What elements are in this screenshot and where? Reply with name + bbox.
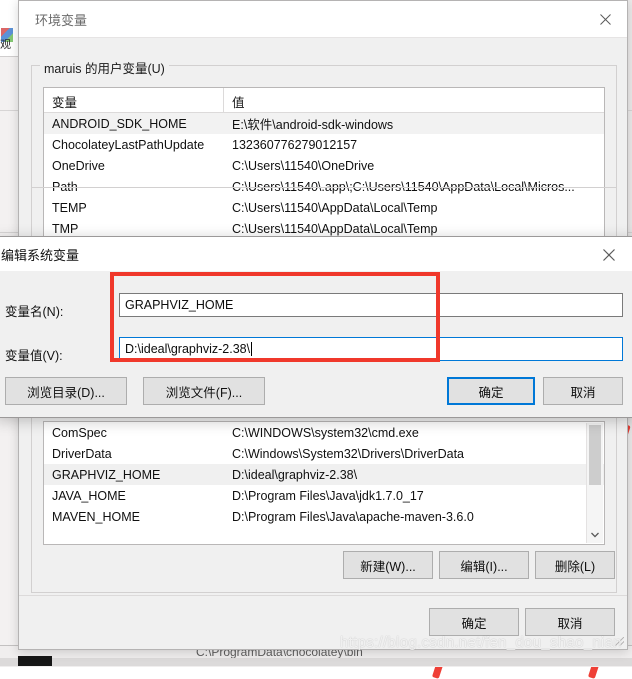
cell-variable: ChocolateyLastPathUpdate: [52, 137, 205, 152]
window-title: 环境变量: [35, 13, 88, 28]
table-row[interactable]: JAVA_HOME D:\Program Files\Java\jdk1.7.0…: [44, 485, 604, 506]
ok-button[interactable]: 确定: [429, 608, 519, 636]
environment-variables-titlebar: 环境变量: [19, 1, 627, 38]
table-row[interactable]: DriverData C:\Windows\System32\Drivers\D…: [44, 443, 604, 464]
vertical-scrollbar[interactable]: [586, 423, 603, 543]
scrollbar-thumb[interactable]: [589, 425, 601, 485]
close-icon[interactable]: [583, 1, 627, 37]
table-row[interactable]: MAVEN_HOME D:\Program Files\Java\apache-…: [44, 506, 604, 527]
cell-value: 132360776279012157: [232, 137, 358, 152]
edit-system-variable-dialog: 编辑系统变量 变量名(N): GRAPHVIZ_HOME 变量值(V): D:\…: [0, 236, 632, 418]
chevron-down-icon[interactable]: [587, 526, 603, 543]
variable-name-label: 变量名(N):: [5, 305, 64, 319]
user-variables-legend: maruis 的用户变量(U): [40, 58, 169, 77]
dialog-title: 编辑系统变量: [1, 248, 80, 263]
resize-grip[interactable]: [615, 637, 624, 646]
taskbar[interactable]: [0, 658, 632, 666]
table-row[interactable]: ComSpec C:\WINDOWS\system32\cmd.exe: [44, 422, 604, 443]
variable-value-label: 变量值(V):: [5, 349, 63, 363]
delete-variable-button[interactable]: 删除(L): [535, 551, 615, 579]
cell-value: D:\ideal\graphviz-2.38\: [232, 467, 358, 482]
new-variable-button[interactable]: 新建(W)...: [343, 551, 433, 579]
cell-variable: OneDrive: [52, 158, 105, 173]
system-variables-list[interactable]: ComSpec C:\WINDOWS\system32\cmd.exe Driv…: [43, 421, 605, 545]
variable-name-input[interactable]: GRAPHVIZ_HOME: [119, 293, 623, 317]
close-icon[interactable]: [587, 237, 631, 273]
browse-directory-button[interactable]: 浏览目录(D)...: [5, 377, 127, 405]
variable-value-text: D:\ideal\graphviz-2.38\: [125, 342, 251, 356]
edit-variable-button[interactable]: 编辑(I)...: [439, 551, 529, 579]
column-header-variable[interactable]: 变量: [44, 88, 224, 112]
user-variables-header: 变量 值: [44, 88, 604, 113]
table-row[interactable]: OneDrive C:\Users\11540\OneDrive: [44, 155, 604, 176]
dialog-cancel-button[interactable]: 取消: [543, 377, 623, 405]
cell-variable: DriverData: [52, 446, 112, 461]
cell-variable: ComSpec: [52, 425, 107, 440]
footer-divider: [19, 595, 627, 596]
cancel-button[interactable]: 取消: [525, 608, 615, 636]
dialog-ok-button[interactable]: 确定: [447, 377, 535, 405]
cell-value: E:\软件\android-sdk-windows: [232, 118, 394, 132]
browse-file-button[interactable]: 浏览文件(F)...: [143, 377, 265, 405]
taskbar-item[interactable]: [18, 656, 52, 666]
table-row[interactable]: ANDROID_SDK_HOME E:\软件\android-sdk-windo…: [44, 113, 604, 134]
text-caret: [251, 342, 253, 356]
cell-value: D:\Program Files\Java\apache-maven-3.6.0: [232, 509, 474, 524]
cell-value: C:\WINDOWS\system32\cmd.exe: [232, 425, 419, 440]
cell-value: C:\Windows\System32\Drivers\DriverData: [232, 446, 464, 461]
edit-dialog-titlebar: 编辑系统变量: [0, 237, 632, 271]
cell-value: C:\Users\11540\OneDrive: [232, 158, 375, 173]
table-row-selected[interactable]: GRAPHVIZ_HOME D:\ideal\graphviz-2.38\: [44, 464, 604, 485]
cell-variable: GRAPHVIZ_HOME: [52, 467, 161, 482]
cell-variable: MAVEN_HOME: [52, 509, 140, 524]
table-row[interactable]: ChocolateyLastPathUpdate 132360776279012…: [44, 134, 604, 155]
variable-value-input[interactable]: D:\ideal\graphviz-2.38\: [119, 337, 623, 361]
cell-value: D:\Program Files\Java\jdk1.7.0_17: [232, 488, 424, 503]
column-header-value[interactable]: 值: [224, 88, 604, 112]
cell-variable: JAVA_HOME: [52, 488, 126, 503]
background-window-left-label: 观: [0, 39, 11, 51]
cell-variable: ANDROID_SDK_HOME: [52, 116, 187, 131]
